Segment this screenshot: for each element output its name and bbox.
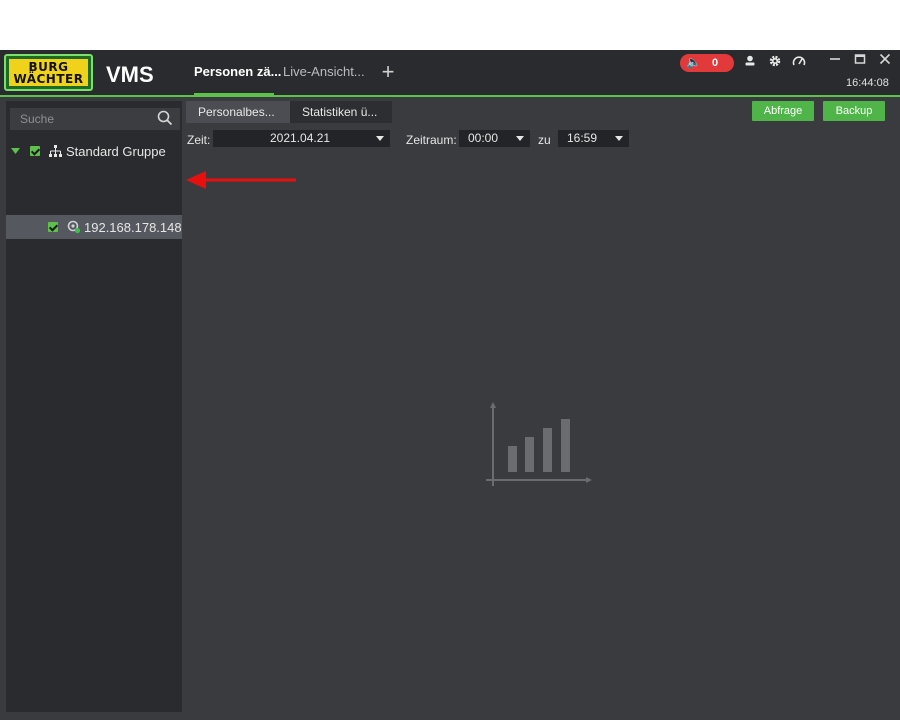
add-tab-button[interactable]: + xyxy=(378,61,398,83)
zeitraum-label: Zeitraum: xyxy=(406,133,457,147)
zeit-label: Zeit: xyxy=(187,133,211,147)
red-arrow-annotation xyxy=(186,171,296,189)
logo-text-bottom: WÄCHTER xyxy=(13,71,84,86)
time-to-select[interactable]: 16:59 xyxy=(558,130,629,147)
search-placeholder: Suche xyxy=(20,112,55,126)
hierarchy-icon xyxy=(49,145,62,157)
clock: 16:44:08 xyxy=(846,77,889,89)
active-tab-indicator xyxy=(194,93,274,95)
alarm-badge[interactable]: 🔈 0 xyxy=(680,54,734,72)
chevron-down-icon[interactable] xyxy=(11,148,20,155)
user-icon[interactable] xyxy=(741,54,759,70)
zu-label: zu xyxy=(538,133,551,147)
abfrage-button[interactable]: Abfrage xyxy=(752,101,814,121)
minimize-icon[interactable] xyxy=(826,52,844,70)
tree-group-standard[interactable]: Standard Gruppe xyxy=(6,139,182,163)
gauge-icon[interactable] xyxy=(790,54,808,70)
title-bar: BURG WÄCHTER VMS Personen zä... Live-Ans… xyxy=(0,50,900,97)
gear-icon[interactable] xyxy=(766,54,784,71)
tab-edge xyxy=(380,101,390,123)
time-from-value: 00:00 xyxy=(468,131,499,145)
date-select[interactable]: 2021.04.21 xyxy=(213,130,390,147)
tree-device-row[interactable]: 192.168.178.148 xyxy=(6,215,182,239)
maximize-icon[interactable] xyxy=(851,52,869,70)
bar-chart-icon xyxy=(486,402,592,486)
time-from-select[interactable]: 00:00 xyxy=(459,130,530,147)
camera-online-icon xyxy=(67,220,81,234)
search-input[interactable]: Suche xyxy=(10,108,180,130)
device-sidebar: Suche Standard Gruppe 192.168.178.148 xyxy=(6,101,182,712)
backup-button[interactable]: Backup xyxy=(823,101,885,121)
close-icon[interactable] xyxy=(876,52,894,70)
group-label: Standard Gruppe xyxy=(66,144,166,159)
chevron-down-icon xyxy=(615,136,623,141)
tab-statistiken[interactable]: Statistiken ü... xyxy=(290,101,392,123)
alarm-count: 0 xyxy=(712,57,719,69)
time-to-value: 16:59 xyxy=(567,131,598,145)
tab-personalbestand[interactable]: Personalbes... xyxy=(186,101,294,123)
search-icon[interactable] xyxy=(156,109,174,127)
burg-waechter-logo: BURG WÄCHTER xyxy=(4,54,93,91)
app-name: VMS xyxy=(106,62,154,87)
chevron-down-icon xyxy=(516,136,524,141)
device-label: 192.168.178.148 xyxy=(84,220,182,235)
device-checkbox[interactable] xyxy=(48,222,58,232)
chevron-down-icon xyxy=(376,136,384,141)
group-checkbox[interactable] xyxy=(30,146,40,156)
speaker-icon: 🔈 xyxy=(686,55,701,69)
app-window: BURG WÄCHTER VMS Personen zä... Live-Ans… xyxy=(0,50,900,720)
tab-personen-zaehlung[interactable]: Personen zä... xyxy=(194,64,281,79)
logo-text-top: BURG xyxy=(28,59,69,74)
date-value: 2021.04.21 xyxy=(270,131,331,145)
tab-live-ansicht[interactable]: Live-Ansicht... xyxy=(283,64,365,79)
